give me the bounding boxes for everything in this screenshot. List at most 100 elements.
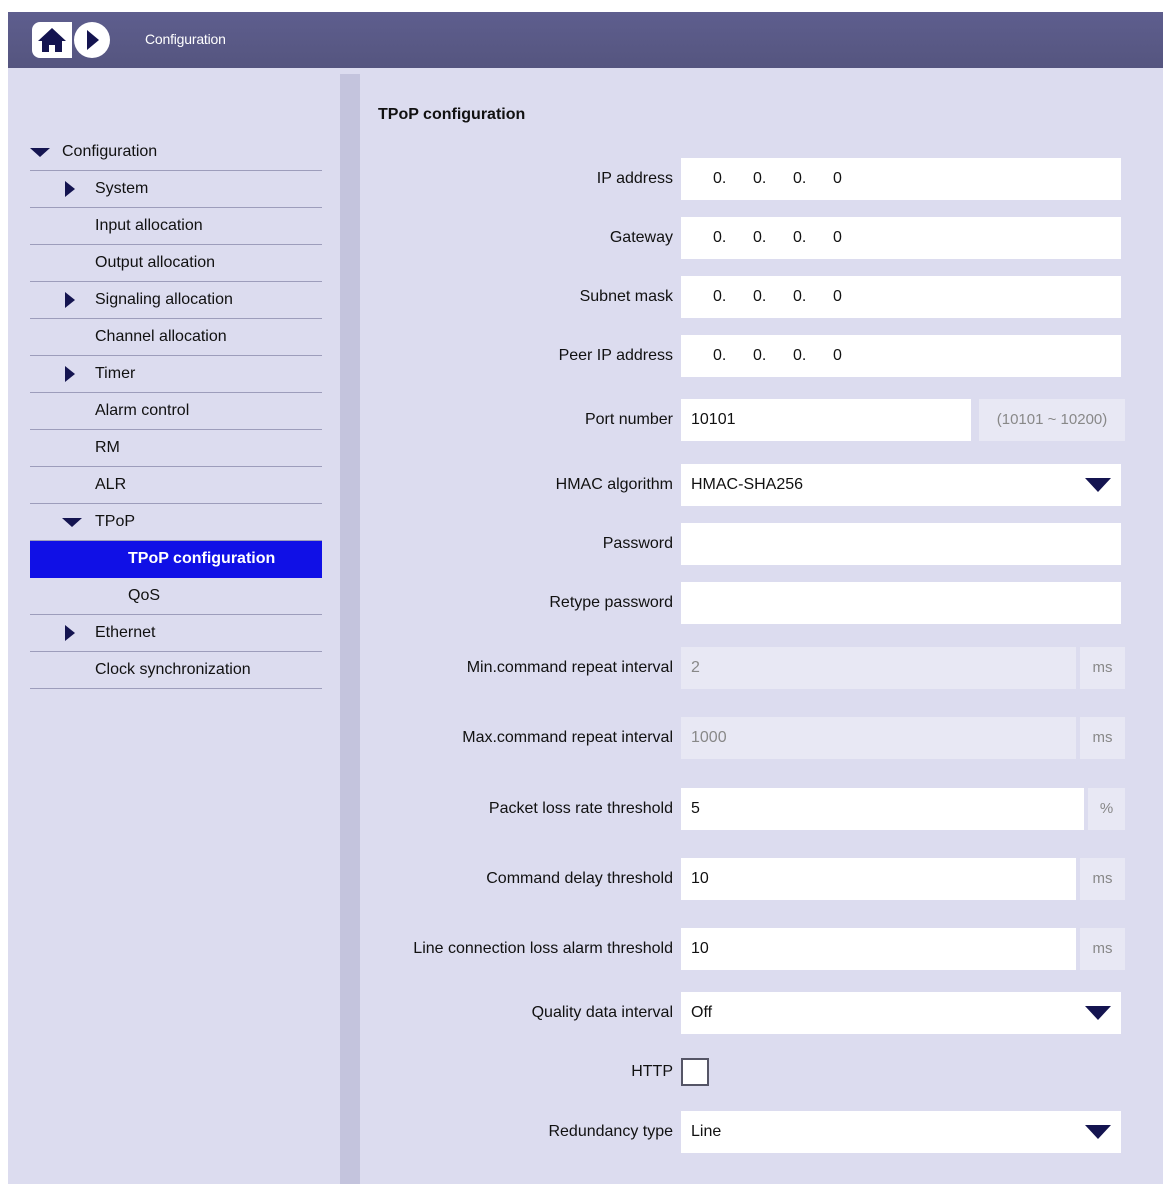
caret-right-icon[interactable] xyxy=(62,282,76,318)
peer-octet-4[interactable]: 0 xyxy=(833,335,842,377)
gateway-octet-3[interactable]: 0. xyxy=(793,217,806,259)
packet-loss-label: Packet loss rate threshold xyxy=(488,800,673,817)
http-row: HTTP xyxy=(360,1051,1163,1093)
line-loss-row: Line connection loss alarm threshold 10 … xyxy=(360,928,1163,970)
line-loss-label: Line connection loss alarm threshold xyxy=(413,940,673,957)
caret-down-icon[interactable] xyxy=(30,134,50,170)
command-delay-label: Command delay threshold xyxy=(486,870,673,887)
subnet-mask-input[interactable]: 0. 0. 0. 0 xyxy=(681,276,1121,318)
min-repeat-unit: ms xyxy=(1080,647,1125,689)
ip-octet-3[interactable]: 0. xyxy=(793,158,806,200)
sidebar-item-output-allocation[interactable]: Output allocation xyxy=(30,245,322,282)
min-repeat-label: Min.command repeat interval xyxy=(466,659,673,676)
peer-ip-label: Peer IP address xyxy=(558,347,673,364)
hmac-row: HMAC algorithm HMAC-SHA256 xyxy=(360,464,1163,506)
gateway-label: Gateway xyxy=(609,229,673,246)
peer-octet-3[interactable]: 0. xyxy=(793,335,806,377)
caret-right-icon[interactable] xyxy=(62,615,76,651)
command-delay-unit: ms xyxy=(1080,858,1125,900)
gateway-row: Gateway 0. 0. 0. 0 xyxy=(360,217,1163,259)
sidebar-item-label: Signaling allocation xyxy=(95,291,233,308)
sidebar-item-label: ALR xyxy=(95,476,127,493)
line-loss-unit: ms xyxy=(1080,928,1125,970)
sidebar-item-alr[interactable]: ALR xyxy=(30,467,322,504)
gateway-octet-1[interactable]: 0. xyxy=(713,217,726,259)
navigation-tree: Configuration System Input allocation Outpu… xyxy=(30,134,322,689)
sidebar-item-alarm-control[interactable]: Alarm control xyxy=(30,393,322,430)
subnet-octet-3[interactable]: 0. xyxy=(793,276,806,318)
peer-ip-input[interactable]: 0. 0. 0. 0 xyxy=(681,335,1121,377)
sidebar-item-timer[interactable]: Timer xyxy=(30,356,322,393)
sidebar-item-ethernet[interactable]: Ethernet xyxy=(30,615,322,652)
sidebar-item-tpop-configuration[interactable]: TPoP configuration xyxy=(30,541,322,578)
redundancy-select[interactable]: Line xyxy=(681,1111,1121,1153)
sidebar-item-label: Alarm control xyxy=(95,402,190,419)
subnet-octet-1[interactable]: 0. xyxy=(713,276,726,318)
sidebar-item-clock-synchronization[interactable]: Clock synchronization xyxy=(30,652,322,689)
http-label: HTTP xyxy=(631,1063,673,1080)
quality-interval-label: Quality data interval xyxy=(531,1004,673,1021)
section-title: TPoP configuration xyxy=(378,106,526,123)
title-bar: Configuration xyxy=(8,12,1163,68)
sidebar-item-rm[interactable]: RM xyxy=(30,430,322,467)
gateway-octet-2[interactable]: 0. xyxy=(753,217,766,259)
line-loss-input[interactable]: 10 xyxy=(681,928,1076,970)
subnet-octet-2[interactable]: 0. xyxy=(753,276,766,318)
ip-address-label: IP address xyxy=(596,170,673,187)
gateway-input[interactable]: 0. 0. 0. 0 xyxy=(681,217,1121,259)
ip-octet-4[interactable]: 0 xyxy=(833,158,842,200)
retype-password-row: Retype password xyxy=(360,582,1163,624)
password-input[interactable] xyxy=(681,523,1121,565)
caret-right-icon[interactable] xyxy=(62,171,76,207)
peer-octet-2[interactable]: 0. xyxy=(753,335,766,377)
sidebar-item-label: Clock synchronization xyxy=(95,661,251,678)
sidebar-item-label: TPoP xyxy=(95,513,136,530)
packet-loss-input[interactable]: 5 xyxy=(681,788,1084,830)
sidebar-item-input-allocation[interactable]: Input allocation xyxy=(30,208,322,245)
command-delay-input[interactable]: 10 xyxy=(681,858,1076,900)
main-content: TPoP configuration IP address 0. 0. 0. 0… xyxy=(360,74,1163,1184)
panel-splitter[interactable] xyxy=(340,74,360,1184)
min-repeat-row: Min.command repeat interval 2 ms xyxy=(360,647,1163,689)
peer-ip-row: Peer IP address 0. 0. 0. 0 xyxy=(360,335,1163,377)
retype-password-input[interactable] xyxy=(681,582,1121,624)
sidebar-item-signaling-allocation[interactable]: Signaling allocation xyxy=(30,282,322,319)
sidebar-item-label: TPoP configuration xyxy=(128,550,276,567)
sidebar-item-configuration[interactable]: Configuration xyxy=(30,134,322,171)
packet-loss-row: Packet loss rate threshold 5 % xyxy=(360,788,1163,830)
ip-address-input[interactable]: 0. 0. 0. 0 xyxy=(681,158,1121,200)
ip-octet-2[interactable]: 0. xyxy=(753,158,766,200)
caret-down-icon[interactable] xyxy=(62,504,82,540)
hmac-select[interactable]: HMAC-SHA256 xyxy=(681,464,1121,506)
gateway-octet-4[interactable]: 0 xyxy=(833,217,842,259)
peer-octet-1[interactable]: 0. xyxy=(713,335,726,377)
subnet-octet-4[interactable]: 0 xyxy=(833,276,842,318)
port-row: Port number 10101 (10101 ~ 10200) xyxy=(360,399,1163,441)
play-circle-icon xyxy=(74,22,110,58)
caret-right-icon[interactable] xyxy=(62,356,76,392)
chevron-down-icon xyxy=(1085,478,1111,492)
port-input[interactable]: 10101 xyxy=(681,399,971,441)
chevron-down-icon xyxy=(1085,1125,1111,1139)
sidebar-item-tpop[interactable]: TPoP xyxy=(30,504,322,541)
forward-button[interactable] xyxy=(72,20,112,60)
max-repeat-row: Max.command repeat interval 1000 ms xyxy=(360,717,1163,759)
nav-buttons xyxy=(8,12,128,68)
ip-octet-1[interactable]: 0. xyxy=(713,158,726,200)
sidebar-item-label: Output allocation xyxy=(95,254,216,271)
quality-interval-selected-value: Off xyxy=(691,1004,713,1021)
hmac-label: HMAC algorithm xyxy=(555,476,673,493)
ip-address-row: IP address 0. 0. 0. 0 xyxy=(360,158,1163,200)
sidebar-item-label: QoS xyxy=(128,587,161,604)
window-title: Configuration xyxy=(145,31,226,47)
http-checkbox[interactable] xyxy=(681,1058,709,1086)
home-button[interactable] xyxy=(32,22,72,58)
sidebar-item-qos[interactable]: QoS xyxy=(30,578,322,615)
sidebar-item-system[interactable]: System xyxy=(30,171,322,208)
sidebar-item-label: Ethernet xyxy=(95,624,156,641)
sidebar-item-channel-allocation[interactable]: Channel allocation xyxy=(30,319,322,356)
password-row: Password xyxy=(360,523,1163,565)
sidebar-item-label: Timer xyxy=(95,365,136,382)
quality-interval-select[interactable]: Off xyxy=(681,992,1121,1034)
home-icon xyxy=(38,28,66,52)
